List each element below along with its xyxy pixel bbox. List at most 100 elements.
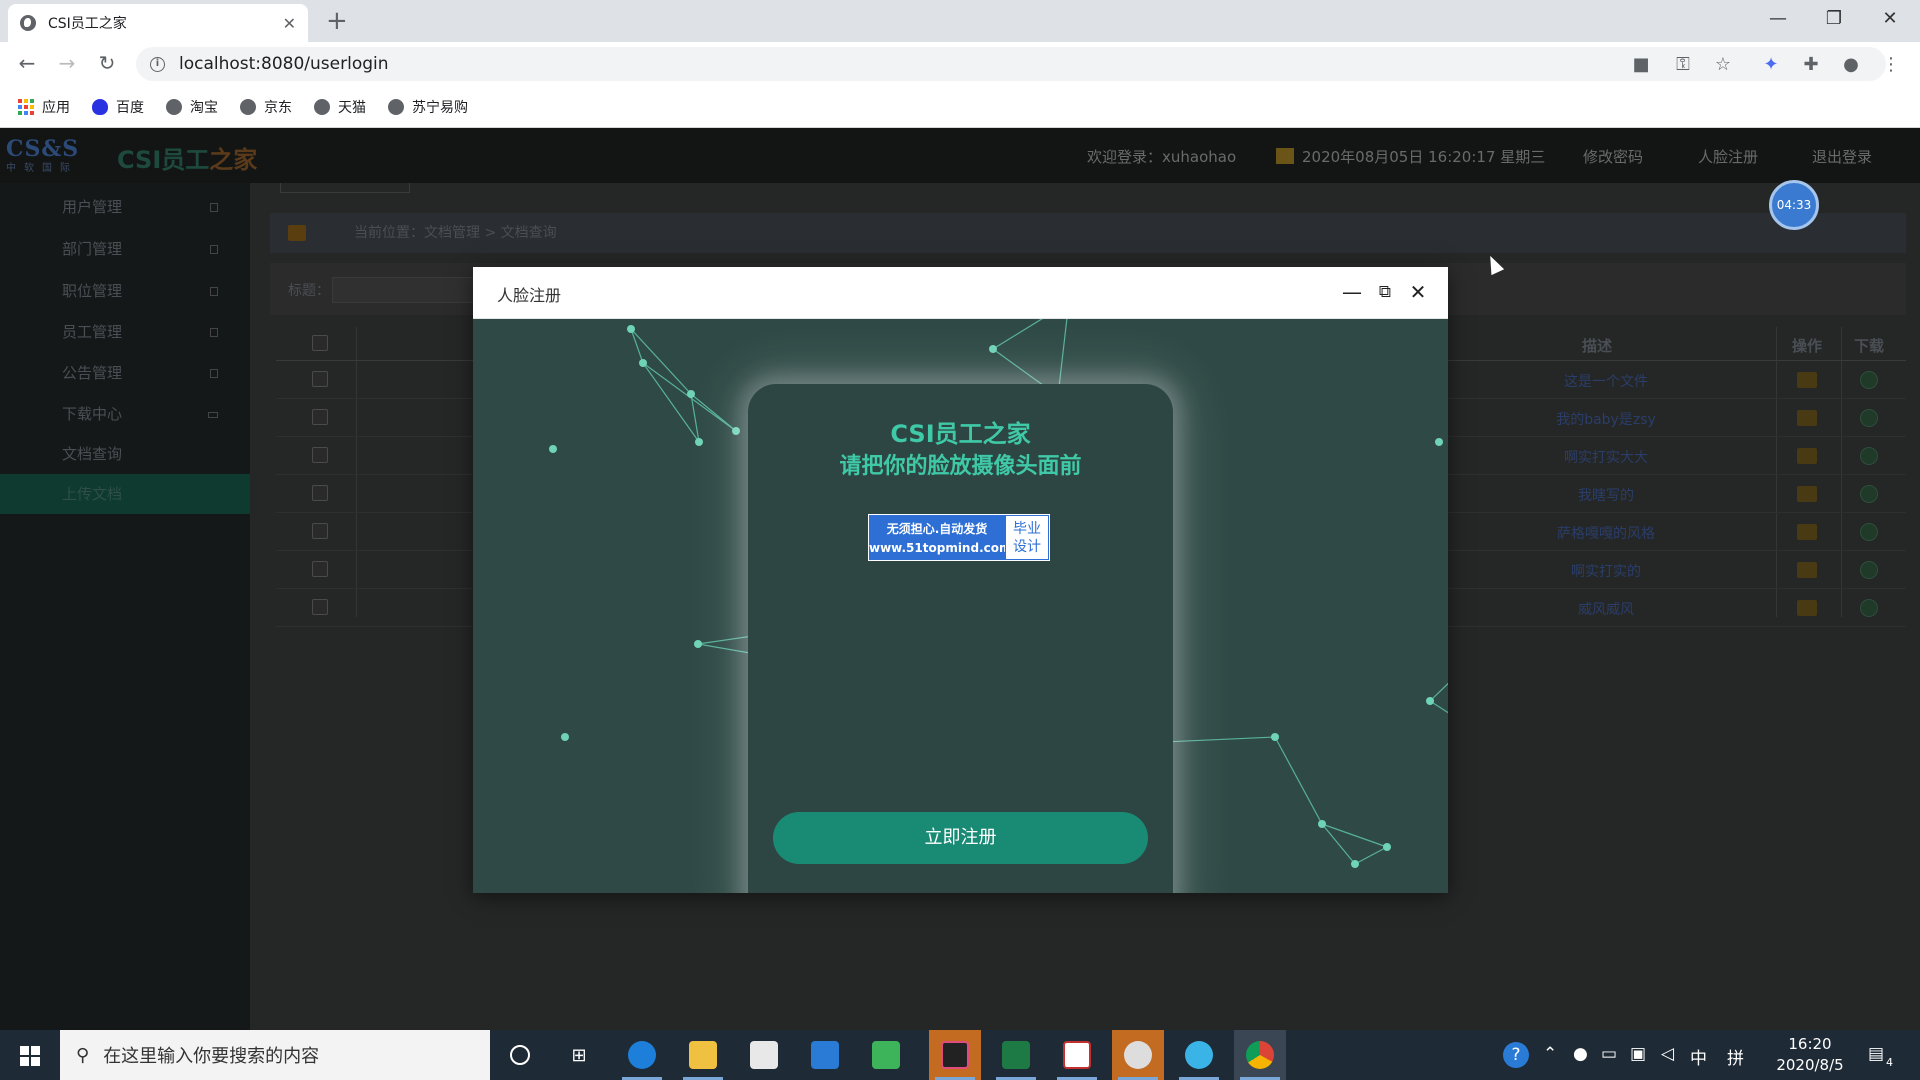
search-icon: ⚲: [76, 1044, 90, 1066]
watermark-left: 无须担心.自动发货 www.51topmind.com: [869, 515, 1012, 560]
camera-prompt-text: 请把你的脸放摄像头面前: [839, 454, 1082, 479]
task-view-icon[interactable]: ⊞: [553, 1030, 605, 1080]
minimize-window-button[interactable]: —: [1750, 0, 1806, 40]
address-url[interactable]: localhost:8080/userlogin: [179, 54, 389, 74]
help-icon[interactable]: ?: [1503, 1042, 1529, 1068]
file-explorer-icon[interactable]: [677, 1030, 729, 1080]
taskbar-search-box[interactable]: ⚲ 在这里输入你要搜索的内容: [60, 1030, 490, 1080]
maximize-icon[interactable]: ⧉: [1374, 280, 1396, 304]
bookmark-suning[interactable]: 苏宁易购: [388, 97, 468, 117]
restore-window-button[interactable]: ❐: [1806, 0, 1862, 40]
watermark-right-line-2: 设计: [1013, 539, 1041, 555]
minimize-icon[interactable]: —: [1341, 280, 1363, 304]
header-desc: 描述: [1582, 337, 1613, 355]
edge-icon[interactable]: [616, 1030, 668, 1080]
mail-icon[interactable]: [799, 1030, 851, 1080]
address-bar[interactable]: i localhost:8080/userlogin: [136, 47, 1886, 81]
sidebar-item-positions[interactable]: 职位管理: [0, 271, 250, 311]
edit-icon[interactable]: [1797, 410, 1817, 426]
tab-close-icon[interactable]: ✕: [283, 14, 296, 33]
qq-icon[interactable]: ●: [1573, 1044, 1588, 1064]
puzzle-icon[interactable]: ✚: [1800, 54, 1822, 75]
extension-icon[interactable]: ✦: [1760, 54, 1782, 75]
edit-icon[interactable]: [1797, 486, 1817, 502]
menu-icon[interactable]: ⋮: [1880, 54, 1902, 75]
sidebar-item-doc-query[interactable]: 文档查询: [0, 434, 250, 474]
row-checkbox[interactable]: [312, 371, 328, 387]
back-icon[interactable]: ←: [14, 51, 40, 75]
row-checkbox[interactable]: [312, 561, 328, 577]
key-icon[interactable]: ⚿: [1672, 54, 1694, 75]
face-register-link[interactable]: 人脸注册: [1698, 146, 1758, 167]
bookmark-taobao[interactable]: 淘宝: [166, 97, 218, 117]
keyboard-layout-indicator[interactable]: 拼: [1727, 1044, 1744, 1069]
row-checkbox[interactable]: [312, 409, 328, 425]
edit-icon[interactable]: [1797, 524, 1817, 540]
session-timer-badge[interactable]: 04:33: [1769, 180, 1819, 230]
taskbar-clock[interactable]: 16:20 2020/8/5: [1770, 1034, 1850, 1076]
download-icon[interactable]: [1860, 409, 1878, 427]
sidebar-item-users[interactable]: 用户管理: [0, 187, 250, 227]
bookmark-jd[interactable]: 京东: [240, 97, 292, 117]
battery-icon[interactable]: ▭: [1601, 1044, 1617, 1064]
bookmark-tmall[interactable]: 天猫: [314, 97, 366, 117]
reload-icon[interactable]: ↻: [94, 51, 120, 75]
close-window-button[interactable]: ✕: [1862, 0, 1918, 40]
download-icon[interactable]: [1860, 599, 1878, 617]
cortana-icon[interactable]: [494, 1030, 546, 1080]
edit-icon[interactable]: [1797, 372, 1817, 388]
notification-center-icon[interactable]: ▤: [1868, 1044, 1884, 1064]
sidebar-item-departments[interactable]: 部门管理: [0, 229, 250, 269]
sidebar-item-notices[interactable]: 公告管理: [0, 353, 250, 393]
media-player-icon[interactable]: [860, 1030, 912, 1080]
row-checkbox[interactable]: [312, 485, 328, 501]
sidebar-item-employees[interactable]: 员工管理: [0, 312, 250, 352]
bookmark-baidu[interactable]: 百度: [92, 97, 144, 117]
star-icon[interactable]: ☆: [1712, 54, 1734, 75]
register-now-button[interactable]: 立即注册: [773, 812, 1148, 864]
store-icon[interactable]: [738, 1030, 790, 1080]
excel-icon[interactable]: [990, 1030, 1042, 1080]
download-icon[interactable]: [1860, 523, 1878, 541]
sidebar-item-upload-doc[interactable]: 上传文档: [0, 474, 250, 514]
select-all-checkbox[interactable]: [312, 335, 328, 351]
network-icon[interactable]: ▣: [1630, 1044, 1646, 1064]
row-desc: 萨格嘎嘎的风格: [1557, 526, 1655, 542]
download-icon[interactable]: [1860, 447, 1878, 465]
logout-link[interactable]: 退出登录: [1812, 146, 1872, 167]
chrome-icon[interactable]: [1234, 1030, 1286, 1080]
row-checkbox[interactable]: [312, 599, 328, 615]
chevron-up-icon[interactable]: ⌃: [1543, 1044, 1557, 1064]
bookmark-apps[interactable]: 应用: [18, 97, 70, 117]
download-icon[interactable]: [1860, 561, 1878, 579]
close-icon[interactable]: ✕: [1407, 280, 1429, 304]
forward-icon[interactable]: →: [54, 51, 80, 75]
expand-icon: [210, 369, 218, 378]
site-info-icon[interactable]: i: [150, 56, 165, 72]
start-button[interactable]: [0, 1030, 60, 1080]
vim-icon[interactable]: [1051, 1030, 1103, 1080]
intellij-icon[interactable]: [929, 1030, 981, 1080]
edit-icon[interactable]: [1797, 562, 1817, 578]
download-icon[interactable]: [1860, 371, 1878, 389]
watermark-right-line-1: 毕业: [1013, 521, 1041, 537]
camera-icon[interactable]: ■: [1630, 54, 1652, 75]
edit-icon[interactable]: [1797, 448, 1817, 464]
title-search-input[interactable]: [332, 277, 492, 303]
sidebar-item-downloads[interactable]: 下载中心: [0, 394, 250, 434]
profile-icon[interactable]: ●: [1840, 54, 1862, 75]
browser-toolbar: ← → ↻ i localhost:8080/userlogin ■ ⚿ ☆ ✦…: [0, 42, 1920, 86]
edit-icon[interactable]: [1797, 600, 1817, 616]
content-tab[interactable]: [280, 183, 410, 193]
browser-app-icon[interactable]: [1112, 1030, 1164, 1080]
browser-tab[interactable]: CSI员工之家 ✕: [8, 4, 308, 42]
download-icon[interactable]: [1860, 485, 1878, 503]
change-password-link[interactable]: 修改密码: [1583, 146, 1643, 167]
pycharm-icon[interactable]: [1173, 1030, 1225, 1080]
mail-logo: [811, 1041, 839, 1069]
volume-mute-icon[interactable]: ◁: [1661, 1044, 1674, 1064]
row-checkbox[interactable]: [312, 447, 328, 463]
row-checkbox[interactable]: [312, 523, 328, 539]
new-tab-button[interactable]: +: [326, 6, 348, 36]
ime-indicator[interactable]: 中: [1690, 1044, 1707, 1069]
